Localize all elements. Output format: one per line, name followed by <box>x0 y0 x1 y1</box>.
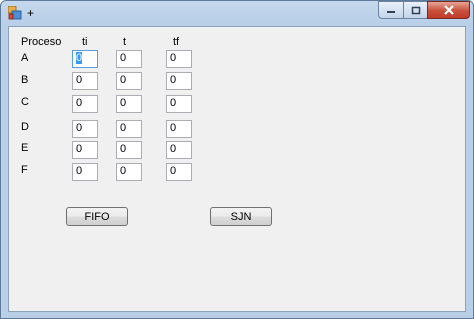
t-input-f[interactable]: 0 <box>116 163 142 181</box>
tf-input-f[interactable]: 0 <box>166 163 192 181</box>
header-proceso: Proceso <box>21 36 62 48</box>
tf-input-d[interactable]: 0 <box>166 120 192 138</box>
maximize-button[interactable] <box>403 1 427 19</box>
header-ti: ti <box>82 36 88 48</box>
t-input-a[interactable]: 0 <box>116 50 142 68</box>
app-icon[interactable] <box>7 5 22 20</box>
t-input-b[interactable]: 0 <box>116 72 142 90</box>
fifo-button[interactable]: FIFO <box>66 207 128 226</box>
close-icon <box>443 5 454 15</box>
ti-input-d[interactable]: 0 <box>72 120 98 138</box>
t-input-d[interactable]: 0 <box>116 120 142 138</box>
row-label-d: D <box>21 121 29 133</box>
close-button[interactable] <box>427 1 470 19</box>
row-label-e: E <box>21 142 29 154</box>
ti-input-b[interactable]: 0 <box>72 72 98 90</box>
row-label-b: B <box>21 74 29 86</box>
ti-input-c[interactable]: 0 <box>72 95 98 113</box>
header-tf: tf <box>173 36 180 48</box>
row-label-c: C <box>21 96 29 108</box>
tf-input-e[interactable]: 0 <box>166 141 192 159</box>
t-input-e[interactable]: 0 <box>116 141 142 159</box>
ti-input-f[interactable]: 0 <box>72 163 98 181</box>
tf-input-a[interactable]: 0 <box>166 50 192 68</box>
tf-input-c[interactable]: 0 <box>166 95 192 113</box>
ti-input-a[interactable]: 0 <box>72 50 98 68</box>
t-input-c[interactable]: 0 <box>116 95 142 113</box>
ti-input-e[interactable]: 0 <box>72 141 98 159</box>
form-client-area: Proceso ti t tf A 0 0 0 B 0 0 0 C 0 0 0 … <box>8 26 466 312</box>
sjn-button[interactable]: SJN <box>210 207 272 226</box>
minimize-button[interactable] <box>378 1 403 19</box>
minimize-icon <box>387 11 395 13</box>
app-window: + Proceso ti t tf A 0 0 0 B 0 0 0 C 0 0 … <box>0 0 474 319</box>
header-t: t <box>123 36 127 48</box>
row-label-a: A <box>21 52 29 64</box>
title-bar[interactable]: + <box>1 1 473 25</box>
tf-input-b[interactable]: 0 <box>166 72 192 90</box>
window-controls <box>378 1 470 20</box>
window-title: + <box>27 6 35 20</box>
maximize-icon <box>411 6 420 14</box>
row-label-f: F <box>21 164 28 176</box>
